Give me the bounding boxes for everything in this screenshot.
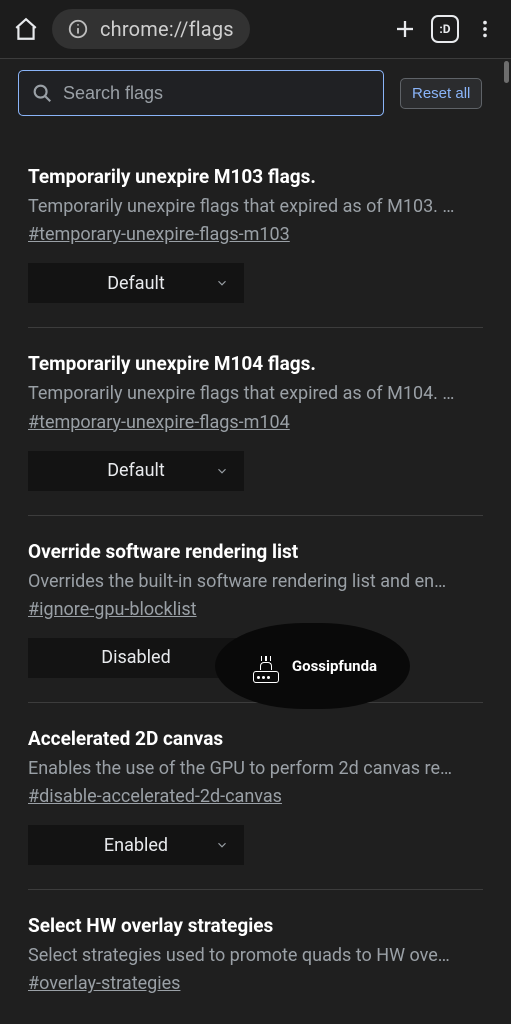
flag-hash-link[interactable]: #overlay-strategies: [28, 973, 180, 994]
watermark-label: Gossipfunda: [292, 657, 377, 675]
chevron-down-icon: [215, 276, 229, 290]
flag-description: Temporarily unexpire flags that expired …: [28, 195, 483, 219]
search-box[interactable]: [18, 70, 384, 116]
flag-select-value: Default: [107, 273, 165, 294]
flag-select-value: Disabled: [101, 647, 170, 668]
flag-hash-link[interactable]: #temporary-unexpire-flags-m104: [28, 412, 290, 433]
tab-switcher-icon[interactable]: :D: [431, 15, 459, 43]
search-row: Reset all: [0, 59, 511, 127]
flag-select-value: Default: [107, 460, 165, 481]
search-input[interactable]: [63, 83, 371, 104]
flag-title: Temporarily unexpire M104 flags.: [28, 352, 483, 375]
flag-description: Overrides the built-in software renderin…: [28, 570, 483, 594]
flag-title: Temporarily unexpire M103 flags.: [28, 165, 483, 188]
omnibox-url: chrome://flags: [100, 17, 234, 41]
flag-title: Override software rendering list: [28, 540, 483, 563]
flag-title: Select HW overlay strategies: [28, 914, 483, 937]
flag-description: Enables the use of the GPU to perform 2d…: [28, 757, 483, 781]
flag-item: Temporarily unexpire M103 flags. Tempora…: [28, 127, 483, 328]
flag-select[interactable]: Default: [28, 263, 244, 303]
reset-all-button[interactable]: Reset all: [400, 78, 482, 109]
flag-select-value: Enabled: [104, 835, 168, 856]
chevron-down-icon: [215, 838, 229, 852]
flag-hash-link[interactable]: #temporary-unexpire-flags-m103: [28, 224, 290, 245]
flag-description: Select strategies used to promote quads …: [28, 944, 483, 968]
flag-item: Select HW overlay strategies Select stra…: [28, 890, 483, 1018]
flags-list: Temporarily unexpire M103 flags. Tempora…: [0, 127, 511, 1018]
flag-item: Accelerated 2D canvas Enables the use of…: [28, 703, 483, 890]
flag-item: Temporarily unexpire M104 flags. Tempora…: [28, 328, 483, 515]
tab-count: :D: [439, 22, 450, 36]
flag-select[interactable]: Disabled: [28, 638, 244, 678]
new-tab-icon[interactable]: [391, 15, 419, 43]
flag-hash-link[interactable]: #disable-accelerated-2d-canvas: [28, 786, 282, 807]
flag-select[interactable]: Enabled: [28, 825, 244, 865]
menu-icon[interactable]: [471, 15, 499, 43]
chevron-down-icon: [215, 464, 229, 478]
omnibox[interactable]: chrome://flags: [52, 9, 250, 49]
page-scrollbar[interactable]: [504, 61, 509, 83]
flag-title: Accelerated 2D canvas: [28, 727, 483, 750]
flag-hash-link[interactable]: #ignore-gpu-blocklist: [28, 599, 197, 620]
info-icon: [64, 15, 92, 43]
flag-description: Temporarily unexpire flags that expired …: [28, 382, 483, 406]
watermark-robot-icon: [248, 649, 284, 683]
search-icon: [31, 82, 53, 104]
browser-top-bar: chrome://flags :D: [0, 0, 511, 59]
flag-select[interactable]: Default: [28, 451, 244, 491]
watermark: Gossipfunda: [215, 623, 410, 709]
home-icon[interactable]: [12, 15, 40, 43]
